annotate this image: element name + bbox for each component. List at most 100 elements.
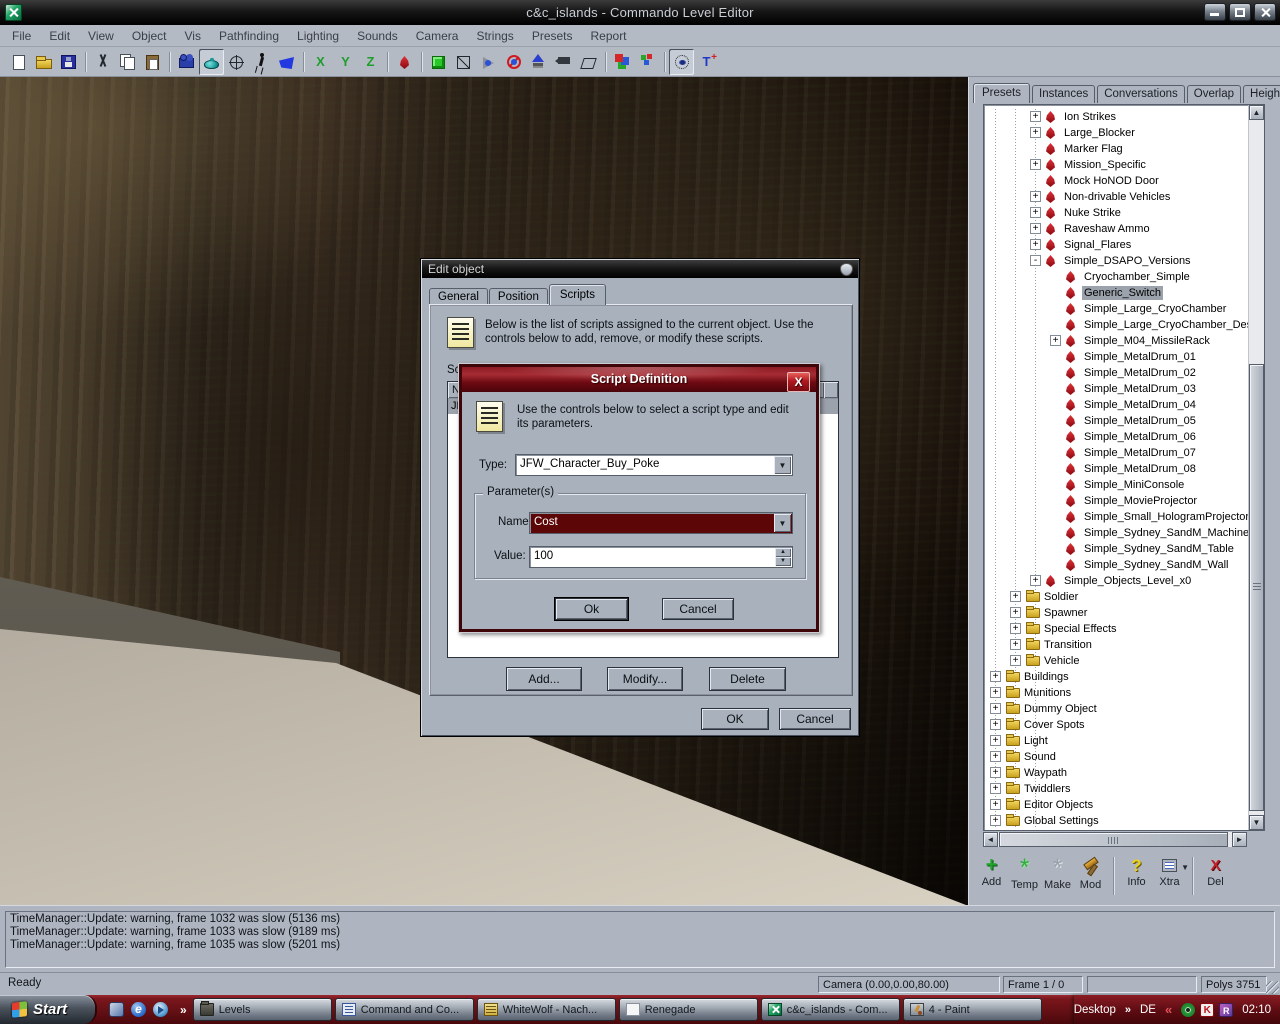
internet-explorer-icon[interactable]: [131, 1002, 146, 1017]
add-script-button[interactable]: Add...: [506, 667, 582, 691]
tree-item-global-settings[interactable]: +Global Settings: [984, 813, 1248, 829]
drop-marker-button[interactable]: [392, 49, 417, 75]
expand-plus-icon[interactable]: +: [1030, 223, 1041, 234]
expand-plus-icon[interactable]: +: [1010, 655, 1021, 666]
resize-grip[interactable]: [1266, 981, 1279, 994]
tree-item-simple-small-hologramprojector[interactable]: Simple_Small_HologramProjector: [984, 509, 1248, 525]
scroll-up-icon[interactable]: ▲: [1249, 105, 1264, 120]
scroll-right-icon[interactable]: ►: [1232, 832, 1247, 847]
collapse-minus-icon[interactable]: -: [1030, 255, 1041, 266]
rgb-cubes-small-button[interactable]: [635, 49, 660, 75]
scroll-left-icon[interactable]: ◄: [983, 832, 998, 847]
vis-camera-button[interactable]: [669, 49, 694, 75]
copy-button[interactable]: [115, 49, 140, 75]
expand-plus-icon[interactable]: +: [1010, 639, 1021, 650]
expand-plus-icon[interactable]: +: [1030, 191, 1041, 202]
kaspersky-icon[interactable]: [1200, 1003, 1214, 1017]
task-whitewolf-nach[interactable]: WhiteWolf - Nach...: [477, 998, 616, 1021]
rgb-cubes-button[interactable]: [610, 49, 635, 75]
menu-object[interactable]: Object: [123, 27, 176, 45]
camera-spectate-button[interactable]: [551, 49, 576, 75]
expand-plus-icon[interactable]: +: [1030, 239, 1041, 250]
expand-plus-icon[interactable]: +: [990, 687, 1001, 698]
tree-item-sound[interactable]: +Sound: [984, 749, 1248, 765]
tree-item-simple-metaldrum-04[interactable]: Simple_MetalDrum_04: [984, 397, 1248, 413]
desktop-overflow-icon[interactable]: »: [1125, 1004, 1131, 1016]
start-button[interactable]: Start: [0, 995, 97, 1024]
menu-pathfinding[interactable]: Pathfinding: [210, 27, 288, 45]
tree-item-simple-metaldrum-05[interactable]: Simple_MetalDrum_05: [984, 413, 1248, 429]
tree-item-light[interactable]: +Light: [984, 733, 1248, 749]
expand-plus-icon[interactable]: +: [990, 767, 1001, 778]
tree-item-simple-movieprojector[interactable]: Simple_MovieProjector: [984, 493, 1248, 509]
tree-item-editor-objects[interactable]: +Editor Objects: [984, 797, 1248, 813]
tray-collapse-icon[interactable]: «: [1165, 1002, 1172, 1017]
expand-plus-icon[interactable]: +: [1030, 111, 1041, 122]
dialog-close-icon[interactable]: X: [787, 372, 810, 392]
scroll-down-icon[interactable]: ▼: [1249, 815, 1264, 830]
tree-item-simple-m04-missilerack[interactable]: +Simple_M04_MissileRack: [984, 333, 1248, 349]
axis-z-button[interactable]: Z: [358, 49, 383, 75]
language-indicator[interactable]: DE: [1140, 1004, 1156, 1016]
vertical-scroll-thumb[interactable]: [1249, 364, 1264, 811]
expand-plus-icon[interactable]: +: [990, 751, 1001, 762]
script-ok-button[interactable]: Ok: [555, 598, 628, 620]
expand-plus-icon[interactable]: +: [990, 719, 1001, 730]
menu-vis[interactable]: Vis: [176, 27, 210, 45]
menu-camera[interactable]: Camera: [407, 27, 468, 45]
vis-sector-button[interactable]: [526, 49, 551, 75]
cube-solid-button[interactable]: [426, 49, 451, 75]
character-walk-button[interactable]: [249, 49, 274, 75]
expand-plus-icon[interactable]: +: [990, 671, 1001, 682]
tree-item-simple-metaldrum-06[interactable]: Simple_MetalDrum_06: [984, 429, 1248, 445]
tree-item-twiddlers[interactable]: +Twiddlers: [984, 781, 1248, 797]
script-definition-titlebar[interactable]: Script Definition X: [462, 367, 816, 392]
menu-sounds[interactable]: Sounds: [348, 27, 407, 45]
tab-heightfield[interactable]: Heightfield: [1243, 85, 1280, 103]
tab-general[interactable]: General: [429, 288, 488, 305]
tab-overlap[interactable]: Overlap: [1187, 85, 1241, 103]
minimize-button[interactable]: [1204, 3, 1226, 21]
menu-lighting[interactable]: Lighting: [288, 27, 348, 45]
tab-position[interactable]: Position: [489, 288, 548, 305]
tree-item-special-effects[interactable]: +Special Effects: [984, 621, 1248, 637]
expand-plus-icon[interactable]: +: [990, 703, 1001, 714]
poly-edit-button[interactable]: [576, 49, 601, 75]
expand-plus-icon[interactable]: +: [1050, 335, 1061, 346]
tree-item-signal-flares[interactable]: +Signal_Flares: [984, 237, 1248, 253]
menu-presets[interactable]: Presets: [523, 27, 582, 45]
tree-item-cover-spots[interactable]: +Cover Spots: [984, 717, 1248, 733]
expand-plus-icon[interactable]: +: [1010, 591, 1021, 602]
tree-item-cryochamber-simple[interactable]: Cryochamber_Simple: [984, 269, 1248, 285]
axis-x-button[interactable]: X: [308, 49, 333, 75]
vis-disabled-button[interactable]: [501, 49, 526, 75]
expand-plus-icon[interactable]: +: [990, 783, 1001, 794]
column-header-spare[interactable]: [824, 382, 838, 398]
delete-script-button[interactable]: Delete: [709, 667, 786, 691]
spinner-up-icon[interactable]: ▲: [775, 548, 791, 557]
render-mode-button[interactable]: [199, 49, 224, 75]
tree-item-raveshaw-ammo[interactable]: +Raveshaw Ammo: [984, 221, 1248, 237]
paste-button[interactable]: [140, 49, 165, 75]
tree-item-simple-dsapo-versions[interactable]: -Simple_DSAPO_Versions: [984, 253, 1248, 269]
action-del-button[interactable]: Del: [1199, 855, 1232, 888]
tree-item-dummy-object[interactable]: +Dummy Object: [984, 701, 1248, 717]
chevron-down-icon[interactable]: ▼: [774, 456, 791, 474]
expand-plus-icon[interactable]: +: [1010, 607, 1021, 618]
open-folder-button[interactable]: [31, 49, 56, 75]
tree-item-simple-metaldrum-07[interactable]: Simple_MetalDrum_07: [984, 445, 1248, 461]
tab-conversations[interactable]: Conversations: [1097, 85, 1185, 103]
action-temp-button[interactable]: Temp: [1008, 855, 1041, 891]
quick-launch-overflow-icon[interactable]: »: [180, 1003, 187, 1017]
menu-report[interactable]: Report: [582, 27, 636, 45]
modify-script-button[interactable]: Modify...: [607, 667, 683, 691]
tree-item-simple-sydney-sandm-wall[interactable]: Simple_Sydney_SandM_Wall: [984, 557, 1248, 573]
tree-item-simple-objects-level-x0[interactable]: +Simple_Objects_Level_x0: [984, 573, 1248, 589]
messenger-icon[interactable]: [1219, 1003, 1233, 1017]
tree-item-transition[interactable]: +Transition: [984, 637, 1248, 653]
tree-item-mission-specific[interactable]: +Mission_Specific: [984, 157, 1248, 173]
menu-file[interactable]: File: [3, 27, 40, 45]
action-info-button[interactable]: Info: [1120, 855, 1153, 888]
script-type-combobox[interactable]: JFW_Character_Buy_Poke ▼: [515, 454, 793, 476]
tree-vertical-scrollbar[interactable]: ▲ ▼: [1248, 105, 1264, 830]
